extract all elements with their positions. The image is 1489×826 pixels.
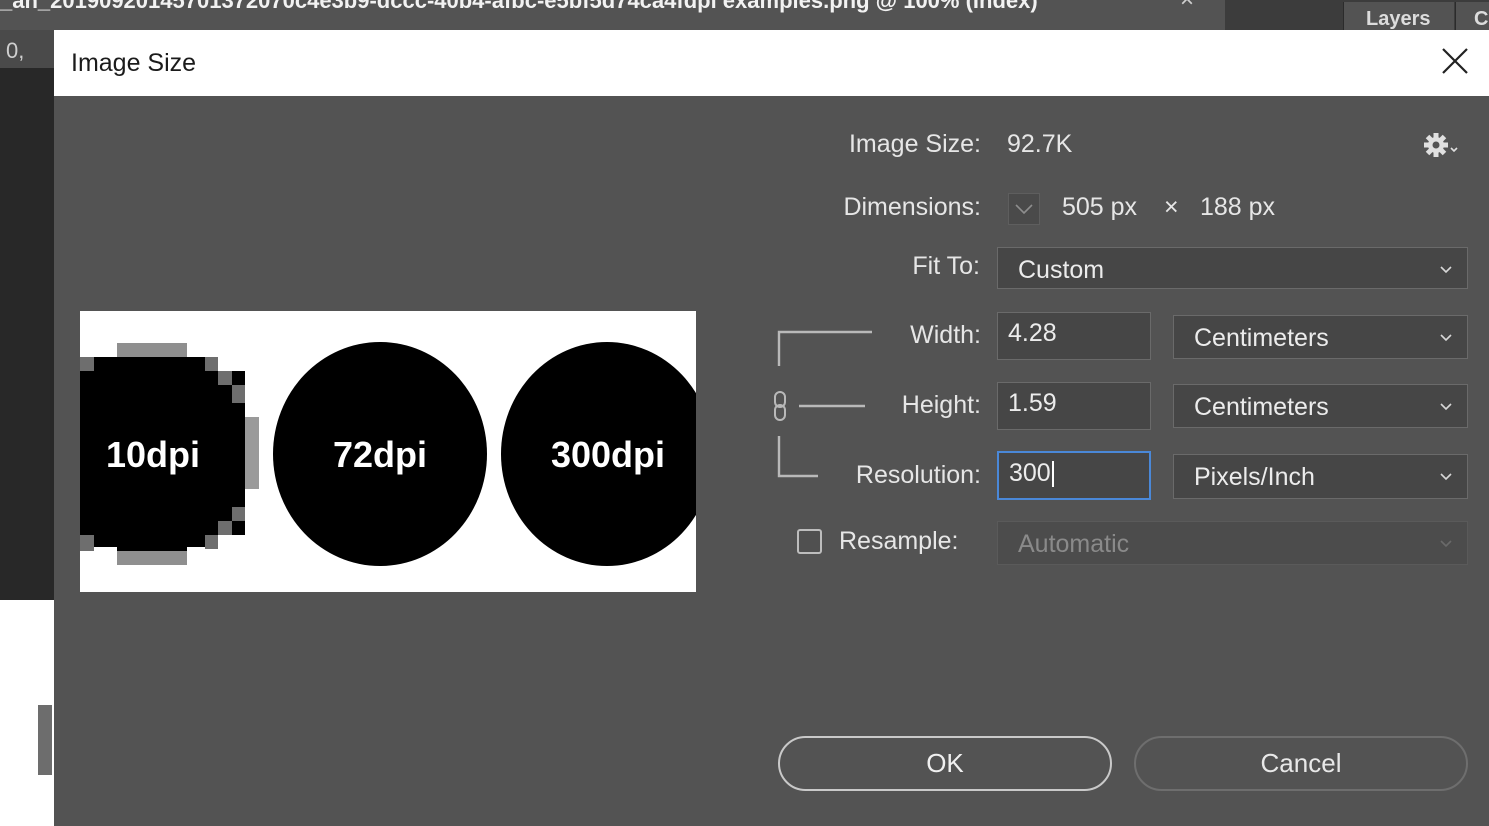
document-tab[interactable]: _an_20190920145701372070c4e3b9-dccc-40b4… — [0, 0, 1225, 30]
image-size-dialog: Image Size 10dpi 72dpi 300dpi Image Size… — [54, 30, 1489, 826]
dimensions-label: Dimensions: — [843, 193, 981, 221]
chevron-down-icon — [1440, 266, 1452, 274]
canvas-document — [0, 600, 54, 826]
dimensions-width: 505 px — [1062, 193, 1138, 221]
panel-tab-layers[interactable]: Layers — [1343, 2, 1454, 30]
panel-tab-next[interactable]: C — [1455, 2, 1489, 30]
height-label: Height: — [901, 391, 981, 419]
resolution-unit-value: Pixels/Inch — [1194, 463, 1315, 491]
resample-method-value: Automatic — [1018, 530, 1130, 558]
canvas-area — [0, 68, 54, 600]
resolution-unit-select[interactable]: Pixels/Inch — [1173, 454, 1468, 499]
circle-label-10dpi: 10dpi — [105, 434, 201, 475]
height-unit-select[interactable]: Centimeters — [1173, 384, 1468, 428]
dimensions-unit-toggle[interactable] — [1008, 193, 1040, 225]
fit-to-value: Custom — [1018, 256, 1105, 284]
gear-icon[interactable] — [1423, 130, 1465, 160]
fit-to-label: Fit To: — [912, 252, 980, 280]
height-unit-value: Centimeters — [1194, 393, 1329, 421]
chevron-down-icon — [1440, 540, 1452, 548]
document-tab-close-icon[interactable]: × — [1180, 0, 1194, 14]
dimensions-height: 188 px — [1200, 193, 1276, 221]
ok-button[interactable]: OK — [778, 736, 1112, 791]
panel-tab-layers-label: Layers — [1366, 8, 1431, 30]
resolution-label: Resolution: — [855, 461, 981, 489]
document-tab-bar: _an_20190920145701372070c4e3b9-dccc-40b4… — [0, 0, 1489, 30]
chevron-down-icon — [1440, 473, 1452, 481]
image-preview[interactable]: 10dpi 72dpi 300dpi — [80, 311, 696, 592]
dialog-titlebar: Image Size — [54, 30, 1489, 96]
chevron-down-icon — [1440, 334, 1452, 342]
chevron-down-icon — [1440, 403, 1452, 411]
text-caret — [1051, 461, 1054, 488]
resolution-input[interactable]: 300 — [997, 451, 1151, 500]
height-input[interactable]: 1.59 — [997, 382, 1151, 430]
width-label: Width: — [910, 321, 981, 349]
resample-checkbox[interactable] — [797, 529, 822, 554]
width-unit-value: Centimeters — [1194, 324, 1329, 352]
circle-label-300dpi: 300dpi — [550, 434, 666, 475]
cancel-button[interactable]: Cancel — [1134, 736, 1468, 791]
height-value: 1.59 — [1008, 389, 1057, 417]
width-value: 4.28 — [1008, 319, 1057, 347]
image-size-label: Image Size: — [848, 130, 981, 158]
width-input[interactable]: 4.28 — [997, 312, 1151, 360]
fit-to-select[interactable]: Custom — [997, 247, 1468, 289]
panel-tab-next-label: C — [1474, 8, 1489, 30]
canvas-content-fragment — [38, 705, 52, 775]
chevron-down-icon — [1015, 204, 1033, 214]
document-tab-title: _an_20190920145701372070c4e3b9-dccc-40b4… — [0, 0, 1038, 13]
ruler-label: 0, — [6, 38, 25, 63]
constrain-proportions-link[interactable] — [768, 326, 878, 482]
dimensions-times: × — [1164, 193, 1179, 221]
chain-link-icon — [774, 391, 786, 421]
circle-label-72dpi: 72dpi — [332, 434, 428, 475]
close-icon[interactable] — [1438, 44, 1472, 78]
resolution-value: 300 — [1009, 459, 1051, 487]
image-size-value: 92.7K — [1007, 130, 1073, 158]
resample-label: Resample: — [839, 527, 959, 555]
width-unit-select[interactable]: Centimeters — [1173, 315, 1468, 359]
ruler: 0, — [0, 30, 54, 68]
resample-method-select: Automatic — [997, 521, 1468, 565]
dialog-title: Image Size — [71, 49, 197, 77]
